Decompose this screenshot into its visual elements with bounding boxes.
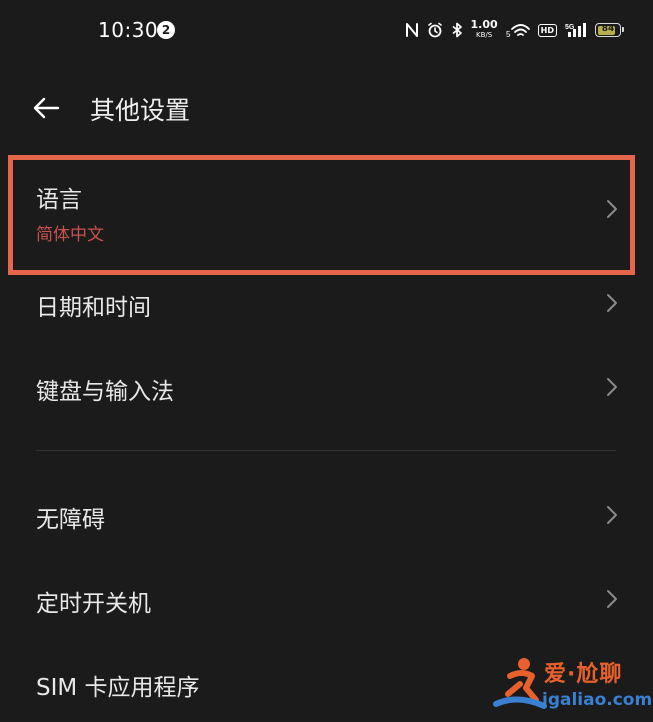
setting-item-label: 定时开关机 [36, 591, 151, 617]
back-arrow-icon [33, 97, 60, 119]
status-icons: 1.00 KB/S 5 HD 5G 84 [405, 18, 624, 42]
5g-signal-icon: 5G [565, 22, 587, 38]
runner-logo-icon [493, 658, 547, 709]
status-time: 10:30 [98, 18, 159, 42]
page-header: 其他设置 [0, 78, 653, 138]
chevron-right-icon [607, 200, 617, 218]
wifi-icon: 5 [506, 22, 530, 38]
back-button[interactable] [26, 88, 66, 128]
battery-level: 84 [601, 24, 615, 34]
network-speed: 1.00 KB/S [470, 18, 498, 39]
setting-item-label: SIM 卡应用程序 [36, 675, 200, 701]
bluetooth-icon [451, 22, 463, 38]
status-bar: 10:30 2 1.00 KB/S 5 HD 5G 84 [0, 0, 653, 60]
hd-icon: HD [537, 23, 557, 37]
watermark-text-secondary: igaliao.com [542, 690, 653, 710]
svg-text:5: 5 [506, 30, 511, 38]
watermark-text-primary: 爱·尬聊 [544, 662, 623, 687]
setting-item-label: 无障碍 [36, 507, 105, 533]
alarm-icon [427, 22, 443, 38]
section-divider [36, 450, 616, 451]
setting-item-keyboard-input[interactable]: 键盘与输入法 [0, 356, 653, 420]
chevron-right-icon [607, 506, 617, 524]
setting-item-scheduled-power[interactable]: 定时开关机 [0, 568, 653, 632]
setting-item-accessibility[interactable]: 无障碍 [0, 484, 653, 548]
setting-item-date-time[interactable]: 日期和时间 [0, 272, 653, 336]
chevron-right-icon [607, 590, 617, 608]
chevron-right-icon [607, 378, 617, 396]
page-title: 其他设置 [90, 96, 191, 125]
chevron-right-icon [607, 294, 617, 312]
android-settings-screen: 10:30 2 1.00 KB/S 5 HD 5G 84 其他设置 语言 简体中… [0, 0, 653, 722]
setting-item-language[interactable]: 语言 简体中文 [0, 160, 653, 270]
setting-item-label: 日期和时间 [36, 295, 151, 321]
notification-count-badge: 2 [157, 21, 175, 39]
setting-item-value: 简体中文 [36, 225, 104, 245]
watermark-logo: 爱·尬聊 igaliao.com [492, 652, 652, 718]
setting-item-label: 键盘与输入法 [36, 379, 174, 405]
setting-item-label: 语言 [36, 187, 82, 213]
nfc-icon [405, 22, 419, 38]
battery-icon: 84 [595, 23, 624, 37]
